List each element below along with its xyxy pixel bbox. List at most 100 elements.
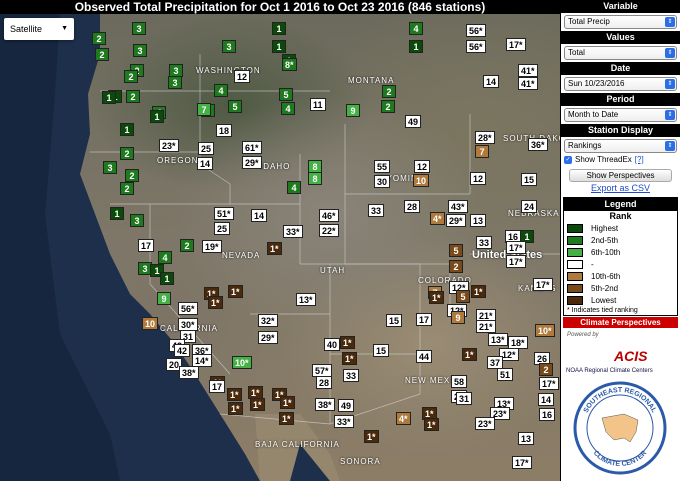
threadex-help-link[interactable]: [?]	[635, 155, 644, 164]
station-marker[interactable]: 10	[413, 174, 430, 187]
station-marker[interactable]: 41*	[518, 64, 538, 77]
station-marker[interactable]: 4*	[430, 212, 445, 225]
station-marker[interactable]: 38*	[179, 366, 199, 379]
station-marker[interactable]: 24	[521, 200, 538, 213]
station-marker[interactable]: 5	[449, 244, 463, 257]
station-marker[interactable]: 49	[405, 115, 422, 128]
station-marker[interactable]: 22*	[319, 224, 339, 237]
station-marker[interactable]: 1*	[471, 285, 486, 298]
station-marker[interactable]: 3	[132, 22, 146, 35]
station-marker[interactable]: 1*	[228, 402, 243, 415]
export-csv-link[interactable]: Export as CSV	[561, 183, 680, 193]
station-marker[interactable]: 3	[133, 44, 147, 57]
station-marker[interactable]: 56*	[466, 40, 486, 53]
values-select[interactable]: Total ⇕	[564, 46, 677, 60]
station-marker[interactable]: 56*	[178, 302, 198, 315]
station-marker[interactable]: 1	[102, 91, 116, 104]
station-marker[interactable]: 8	[308, 172, 322, 185]
station-marker[interactable]: 2	[539, 363, 553, 376]
station-marker[interactable]: 9	[157, 292, 171, 305]
station-marker[interactable]: 9	[451, 311, 465, 324]
station-marker[interactable]: 3	[222, 40, 236, 53]
station-marker[interactable]: 33*	[334, 415, 354, 428]
station-marker[interactable]: 33	[476, 236, 493, 249]
variable-select[interactable]: Total Precip ⇕	[564, 15, 677, 29]
station-marker[interactable]: 17	[138, 239, 155, 252]
station-marker[interactable]: 18	[216, 124, 233, 137]
station-marker[interactable]: 14	[251, 209, 268, 222]
station-marker[interactable]: 4	[281, 102, 295, 115]
station-marker[interactable]: 1*	[227, 388, 242, 401]
date-select[interactable]: Sun 10/23/2016 ⇕	[564, 77, 677, 91]
station-marker[interactable]: 1*	[340, 336, 355, 349]
station-marker[interactable]: 17*	[506, 38, 526, 51]
station-marker[interactable]: 14	[538, 393, 555, 406]
station-marker[interactable]: 15	[386, 314, 403, 327]
station-marker[interactable]: 1	[272, 22, 286, 35]
station-marker[interactable]: 2	[449, 260, 463, 273]
station-marker[interactable]: 11	[310, 98, 326, 111]
period-select[interactable]: Month to Date ⇕	[564, 108, 677, 122]
station-display-select[interactable]: Rankings ⇕	[564, 139, 677, 153]
station-marker[interactable]: 9	[346, 104, 360, 117]
station-marker[interactable]: 51*	[214, 207, 234, 220]
station-marker[interactable]: 4	[158, 251, 172, 264]
station-marker[interactable]: 1	[160, 272, 174, 285]
station-marker[interactable]: 1*	[280, 396, 295, 409]
station-marker[interactable]: 25	[214, 222, 231, 235]
station-marker[interactable]: 17*	[506, 255, 526, 268]
station-marker[interactable]: 28	[316, 376, 333, 389]
station-marker[interactable]: 21*	[476, 320, 496, 333]
station-marker[interactable]: 23*	[475, 417, 495, 430]
station-marker[interactable]: 1*	[279, 412, 294, 425]
station-marker[interactable]: 10*	[232, 356, 252, 369]
station-marker[interactable]: 14	[197, 157, 214, 170]
station-marker[interactable]: 29*	[242, 156, 262, 169]
station-marker[interactable]: 28	[404, 200, 421, 213]
station-marker[interactable]: 25	[198, 142, 215, 155]
station-marker[interactable]: 13	[518, 432, 535, 445]
station-marker[interactable]: 38*	[315, 398, 335, 411]
station-marker[interactable]: 8*	[282, 58, 297, 71]
station-marker[interactable]: 2	[180, 239, 194, 252]
station-marker[interactable]: 7	[475, 145, 489, 158]
station-marker[interactable]: 23*	[159, 139, 179, 152]
station-marker[interactable]: 17*	[533, 278, 553, 291]
precipitation-map[interactable]: Satellite ▼ WASHINGTON MONTANA SOUTH DAK…	[0, 14, 560, 481]
station-marker[interactable]: 46*	[319, 209, 339, 222]
station-marker[interactable]: 10*	[535, 324, 555, 337]
station-marker[interactable]: 13*	[296, 293, 316, 306]
station-marker[interactable]: 7	[197, 103, 211, 116]
station-marker[interactable]: 1	[150, 110, 164, 123]
station-marker[interactable]: 16	[539, 408, 556, 421]
station-marker[interactable]: 2	[382, 85, 396, 98]
station-marker[interactable]: 17*	[539, 377, 559, 390]
station-marker[interactable]: 5	[228, 100, 242, 113]
station-marker[interactable]: 4	[287, 181, 301, 194]
station-marker[interactable]: 5	[456, 290, 470, 303]
station-marker[interactable]: 31	[456, 392, 473, 405]
station-marker[interactable]: 43*	[448, 200, 468, 213]
station-marker[interactable]: 12	[470, 172, 487, 185]
station-marker[interactable]: 17	[416, 313, 433, 326]
station-marker[interactable]: 1	[110, 207, 124, 220]
serc-logo[interactable]: SOUTHEAST REGIONAL CLIMATE CENTER	[572, 380, 668, 476]
checkbox-checked-icon[interactable]: ✓	[564, 155, 572, 164]
station-marker[interactable]: 28*	[475, 131, 495, 144]
station-marker[interactable]: 3	[168, 76, 182, 89]
station-marker[interactable]: 61*	[242, 141, 262, 154]
station-marker[interactable]: 33*	[283, 225, 303, 238]
station-marker[interactable]: 5	[279, 88, 293, 101]
station-marker[interactable]: 33	[368, 204, 385, 217]
station-marker[interactable]: 41*	[518, 77, 538, 90]
station-marker[interactable]: 33	[343, 369, 360, 382]
station-marker[interactable]: 2	[125, 169, 139, 182]
station-marker[interactable]: 4*	[396, 412, 411, 425]
station-marker[interactable]: 1*	[429, 291, 444, 304]
station-marker[interactable]: 2	[120, 182, 134, 195]
station-marker[interactable]: 15	[373, 344, 390, 357]
threadex-checkbox-row[interactable]: ✓ Show ThreadEx [?]	[564, 155, 677, 164]
station-marker[interactable]: 1*	[342, 352, 357, 365]
station-marker[interactable]: 12	[414, 160, 431, 173]
station-marker[interactable]: 1*	[250, 398, 265, 411]
